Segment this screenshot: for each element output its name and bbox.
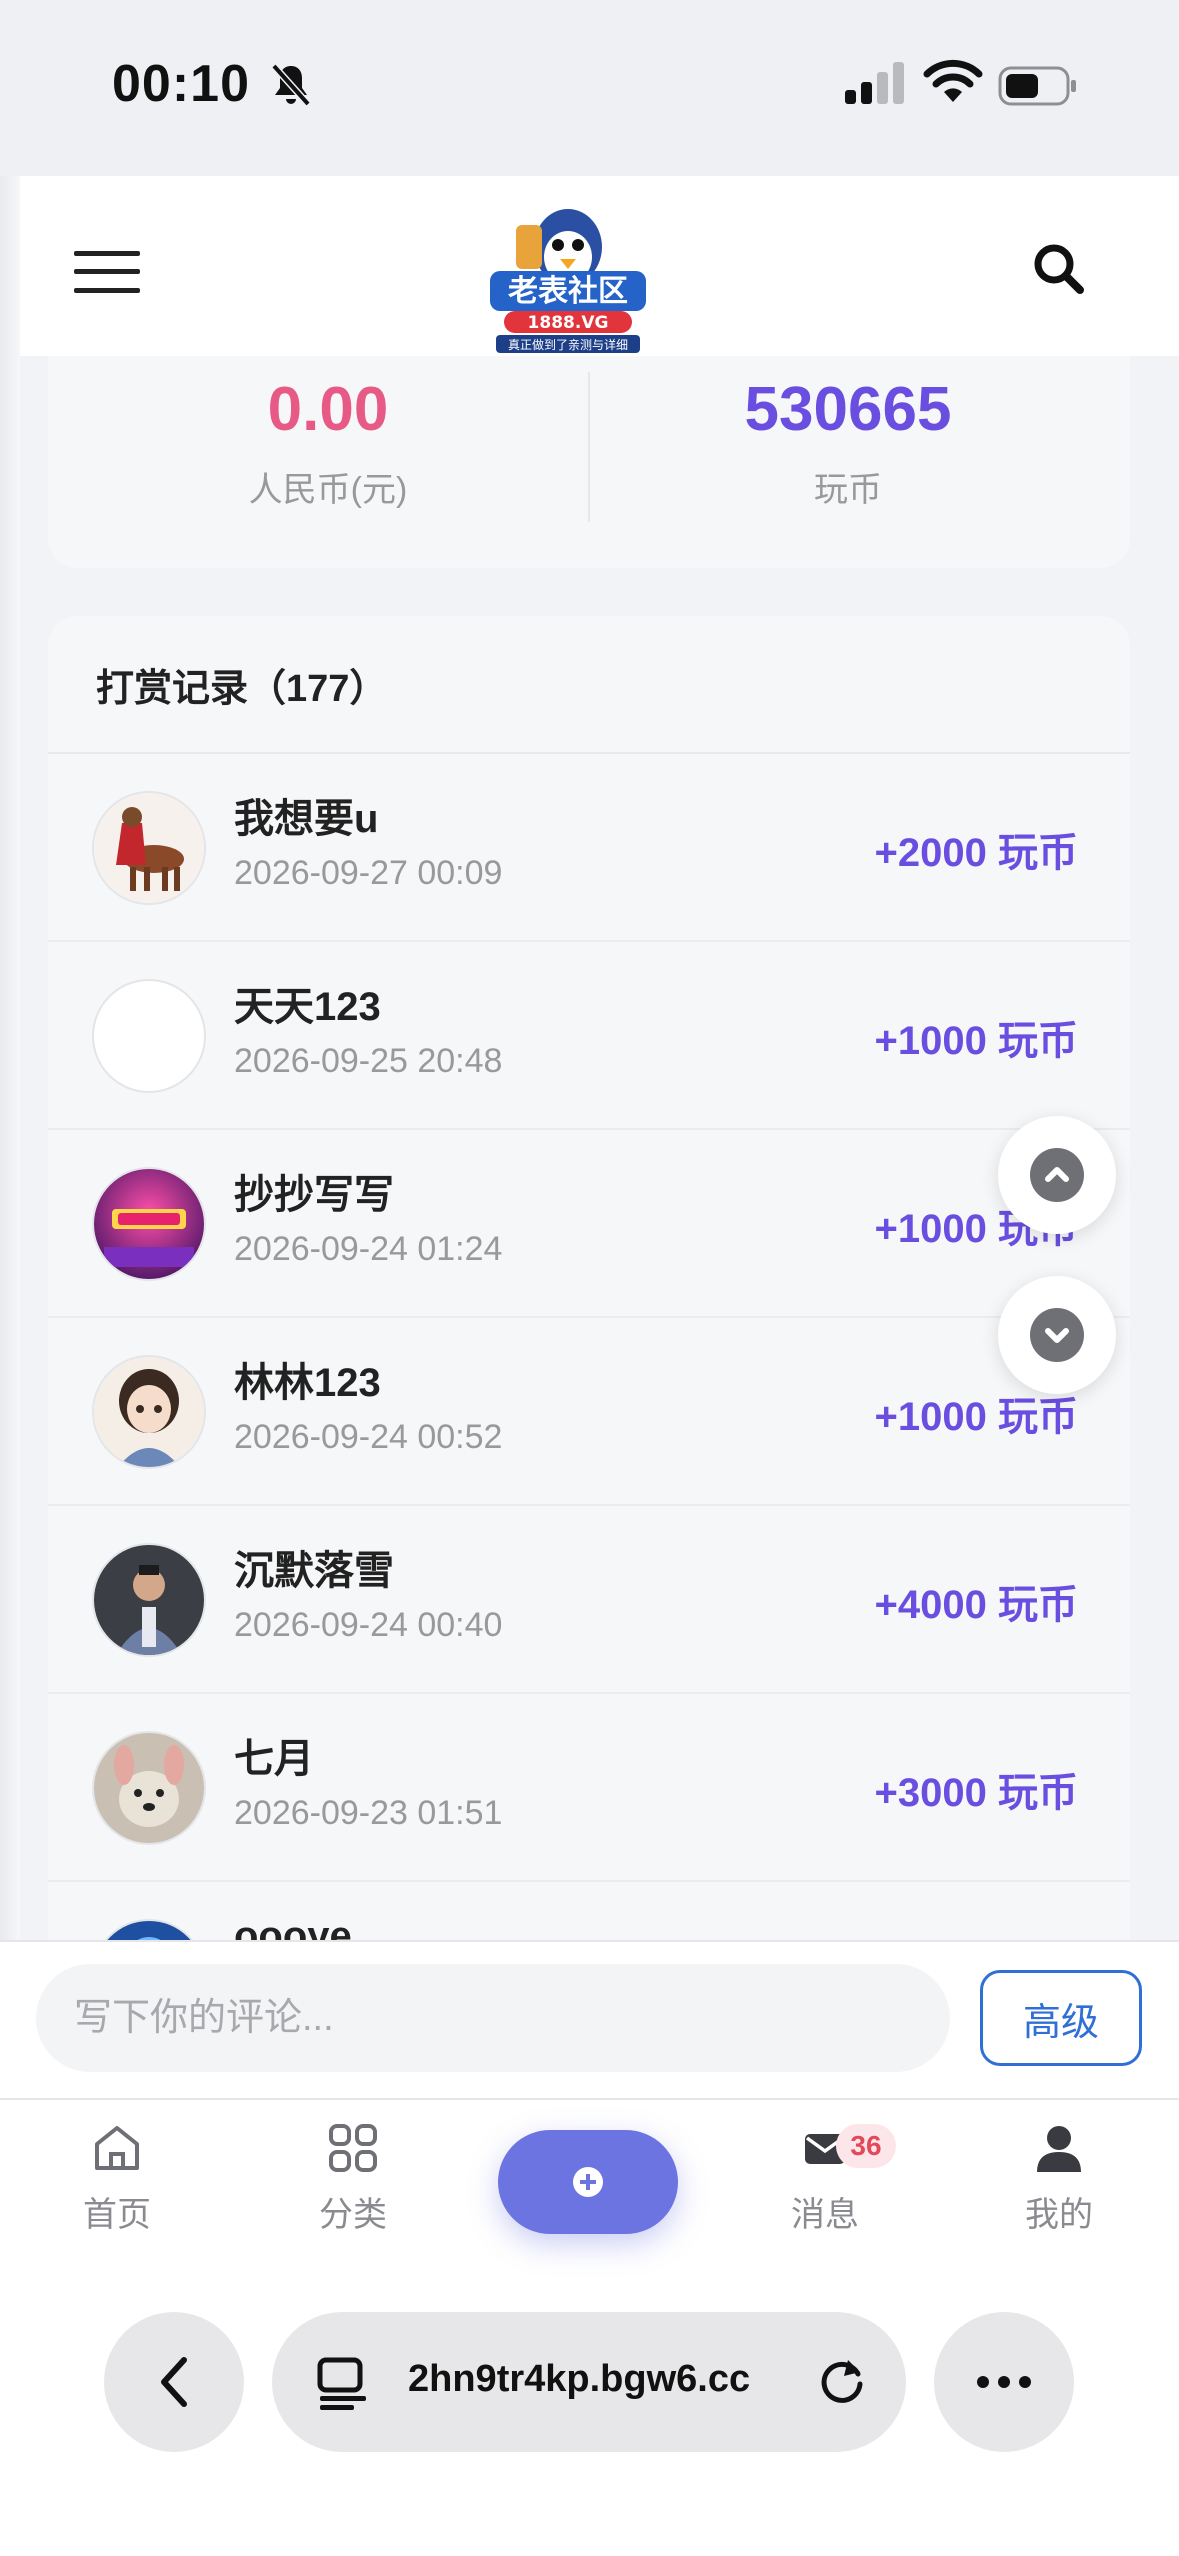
battery-icon [998,66,1076,106]
user-name: 抄抄写写 [234,1173,394,1217]
svg-text:老表社区: 老表社区 [508,274,628,309]
reload-icon[interactable] [814,2352,870,2408]
home-icon [95,2126,139,2170]
svg-text:1888.VG: 1888.VG [528,313,609,333]
tab-mine[interactable]: 我的 [984,2120,1134,2236]
user-name: 七月 [234,1737,314,1781]
messages-badge: 36 [836,2124,896,2168]
comment-input[interactable] [36,1964,950,2072]
reward-time: 2026-09-24 00:40 [234,1606,503,1644]
reward-time: 2026-09-24 00:52 [234,1418,503,1456]
search-icon[interactable] [1030,240,1086,296]
tab-category[interactable]: 分类 [278,2120,428,2236]
reward-row[interactable]: 我想要u 2026-09-27 00:09 +2000 玩币 [48,754,1130,942]
wifi-icon [923,59,983,102]
tabs-icon[interactable] [316,2354,370,2410]
reward-row[interactable]: 七月 2026-09-23 01:51 +3000 玩币 [48,1694,1130,1882]
reward-time: 2026-09-23 01:51 [234,1794,503,1832]
reward-time: 2026-09-25 20:48 [234,1042,503,1080]
reward-amount: +4000 玩币 [874,1583,1078,1627]
mute-bell-icon [271,63,311,107]
reward-row[interactable]: 沉默落雪 2026-09-24 00:40 +4000 玩币 [48,1506,1130,1694]
grid-icon [329,2124,377,2172]
site-logo[interactable]: 老表社区 1888.VG 真正做到了亲测与详细 [486,205,650,355]
scroll-to-bottom-button[interactable] [998,1276,1116,1394]
reward-row[interactable]: oooye [48,1882,1130,1946]
dog-avatar[interactable] [92,1731,206,1845]
coin-balance: 530665 玩币 [578,370,1118,511]
user-name: 我想要u [234,797,379,841]
rmb-value: 0.00 [267,375,389,444]
reward-row[interactable]: 林林123 2026-09-24 00:52 +1000 玩币 [48,1318,1130,1506]
pink-banner-avatar[interactable] [92,1167,206,1281]
chevron-left-icon [161,2357,187,2407]
user-name: 天天123 [234,985,381,1029]
advanced-button[interactable]: 高级 [980,1970,1142,2066]
reward-row[interactable]: 抄抄写写 2026-09-24 01:24 +1000 玩币 [48,1130,1130,1318]
chevron-up-icon [1045,1167,1069,1182]
hamburger-menu-icon[interactable] [72,248,142,296]
girl-avatar[interactable] [92,1355,206,1469]
user-name: 沉默落雪 [234,1549,394,1593]
tab-home[interactable]: 首页 [42,2120,192,2236]
status-time: 00:10 [112,55,250,113]
rmb-balance: 0.00 人民币(元) [58,370,598,511]
chevron-down-icon [1045,1328,1069,1343]
reward-records-card: 打赏记录（177） 我想要u 2026-09-27 00:09 +2000 玩币… [48,616,1130,1946]
browser-back-button[interactable] [104,2312,244,2452]
reward-amount: +1000 玩币 [874,1019,1078,1063]
scroll-to-top-button[interactable] [998,1116,1116,1234]
plus-circle-icon [573,2167,603,2197]
user-name: 林林123 [234,1361,381,1405]
user-icon [1037,2126,1081,2172]
reward-amount: +2000 玩币 [874,831,1078,875]
tab-home-label: 首页 [83,2196,151,2234]
create-post-button[interactable] [498,2130,678,2234]
tab-category-label: 分类 [319,2196,387,2234]
reward-time: 2026-09-24 01:24 [234,1230,503,1268]
url-text[interactable]: 2hn9tr4kp.bgw6.cc [408,2358,750,2401]
tab-messages-label: 消息 [791,2196,859,2234]
more-dots-icon [977,2376,1031,2388]
browser-more-button[interactable] [934,2312,1074,2452]
man-avatar[interactable] [92,1543,206,1657]
reward-row[interactable]: 天天123 2026-09-25 20:48 +1000 玩币 [48,942,1130,1130]
horse-avatar[interactable] [92,791,206,905]
svg-text:真正做到了亲测与详细: 真正做到了亲测与详细 [508,337,628,352]
left-edge-shade [0,176,20,1946]
coin-value: 530665 [744,375,952,444]
rmb-label: 人民币(元) [248,471,408,509]
coin-label: 玩币 [814,471,882,509]
cellular-signal-icon [845,62,904,104]
tab-mine-label: 我的 [1025,2196,1093,2234]
reward-time: 2026-09-27 00:09 [234,854,503,892]
blank-avatar[interactable] [92,979,206,1093]
reward-records-title: 打赏记录（177） [48,616,1130,754]
reward-amount: +3000 玩币 [874,1771,1078,1815]
